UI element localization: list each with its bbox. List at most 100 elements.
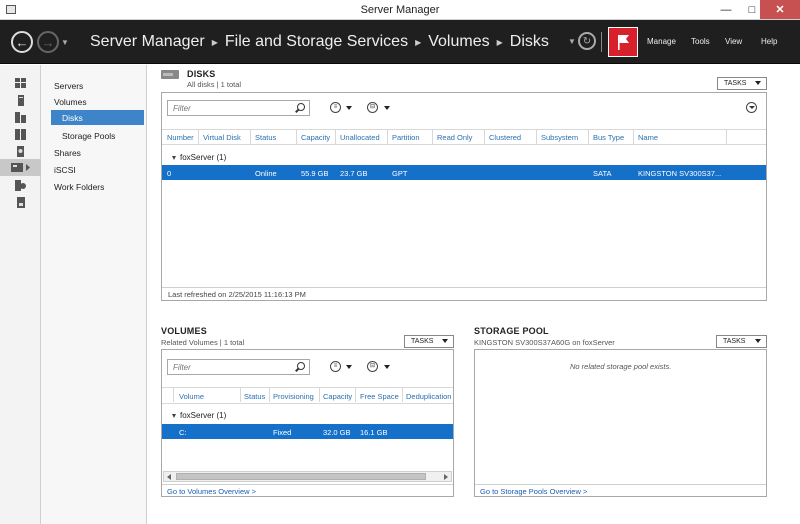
column-status[interactable]: Status <box>255 133 276 142</box>
column-separator <box>484 130 485 144</box>
column-separator <box>198 130 199 144</box>
group-by-icon[interactable]: ⊟ <box>367 361 378 372</box>
table-row[interactable]: 0 Online 55.9 GB 23.7 GB GPT SATA KINGST… <box>162 165 766 180</box>
breadcrumb-server-manager[interactable]: Server Manager <box>90 33 205 51</box>
disks-tasks-button[interactable]: TASKS <box>717 77 767 90</box>
chevron-down-icon[interactable] <box>384 365 390 369</box>
column-free-space[interactable]: Free Space <box>360 392 399 401</box>
scroll-right-icon[interactable] <box>444 474 448 480</box>
column-provisioning[interactable]: Provisioning <box>273 392 314 401</box>
header-divider-line <box>162 387 453 388</box>
menu-view[interactable]: View <box>725 37 742 46</box>
dashboard-icon[interactable] <box>0 75 41 91</box>
list-view-options-icon[interactable]: ≡ <box>330 102 341 113</box>
forward-button[interactable]: → <box>37 31 59 53</box>
nav-disks[interactable]: Disks <box>51 110 144 125</box>
storage-pool-panel: No related storage pool exists. Go to St… <box>474 349 767 497</box>
menu-help[interactable]: Help <box>761 37 777 46</box>
volumes-overview-link[interactable]: Go to Volumes Overview > <box>167 487 256 496</box>
dns-icon[interactable] <box>0 143 41 159</box>
chevron-down-icon[interactable] <box>384 106 390 110</box>
disks-filter-input[interactable]: Filter <box>167 100 310 116</box>
close-button[interactable]: ✕ <box>760 0 800 19</box>
storage-pool-title: STORAGE POOL <box>474 326 549 336</box>
column-status[interactable]: Status <box>244 392 265 401</box>
history-dropdown-icon[interactable]: ▼ <box>61 38 69 47</box>
column-separator <box>432 130 433 144</box>
collapse-triangle-icon[interactable] <box>172 413 176 418</box>
breadcrumb-separator-icon: ▶ <box>415 37 422 47</box>
nav-volumes[interactable]: Volumes <box>54 97 87 107</box>
volumes-panel: Filter ≡ ⊟ Volume Status Provisioning Ca… <box>161 349 454 497</box>
chevron-down-icon[interactable] <box>346 365 352 369</box>
tasks-label: TASKS <box>411 338 434 345</box>
all-servers-icon[interactable] <box>0 109 41 125</box>
breadcrumb-disks[interactable]: Disks <box>510 33 549 51</box>
storage-pools-overview-link[interactable]: Go to Storage Pools Overview > <box>480 487 587 496</box>
storage-pool-tasks-button[interactable]: TASKS <box>716 335 767 348</box>
back-button[interactable]: ← <box>11 31 33 53</box>
menu-tools[interactable]: Tools <box>691 37 710 46</box>
column-capacity[interactable]: Capacity <box>323 392 352 401</box>
column-unallocated[interactable]: Unallocated <box>340 133 380 142</box>
scroll-left-icon[interactable] <box>167 474 171 480</box>
scrollbar-thumb[interactable] <box>176 473 426 480</box>
column-clustered[interactable]: Clustered <box>489 133 521 142</box>
nav-storage-pools[interactable]: Storage Pools <box>62 131 115 141</box>
column-capacity[interactable]: Capacity <box>301 133 330 142</box>
nav-iscsi[interactable]: iSCSI <box>54 165 76 175</box>
column-separator <box>588 130 589 144</box>
table-row[interactable]: C: Fixed 32.0 GB 16.1 GB <box>162 424 453 439</box>
volumes-tasks-button[interactable]: TASKS <box>404 335 454 348</box>
horizontal-scrollbar[interactable] <box>163 471 452 482</box>
filter-placeholder: Filter <box>173 104 191 113</box>
breadcrumb-file-storage[interactable]: File and Storage Services <box>225 33 408 51</box>
refresh-icon[interactable]: ↻ <box>578 32 596 50</box>
column-volume[interactable]: Volume <box>179 392 204 401</box>
menu-manage[interactable]: Manage <box>647 37 676 46</box>
expand-collapse-icon[interactable] <box>746 102 757 113</box>
nav-work-folders[interactable]: Work Folders <box>54 182 104 192</box>
nav-shares[interactable]: Shares <box>54 148 81 158</box>
search-icon[interactable] <box>297 362 305 370</box>
column-subsystem[interactable]: Subsystem <box>541 133 578 142</box>
local-server-icon[interactable] <box>0 92 41 108</box>
breadcrumb-separator-icon: ▶ <box>496 37 503 47</box>
column-separator <box>173 388 174 402</box>
column-bus-type[interactable]: Bus Type <box>593 133 624 142</box>
refresh-dropdown-icon[interactable]: ▼ <box>568 37 576 46</box>
group-by-icon[interactable]: ⊟ <box>367 102 378 113</box>
file-storage-services-icon[interactable] <box>0 159 41 176</box>
list-view-options-icon[interactable]: ≡ <box>330 361 341 372</box>
empty-message: No related storage pool exists. <box>570 362 672 371</box>
minimize-button[interactable]: — <box>712 0 740 19</box>
wsus-icon[interactable] <box>0 194 41 210</box>
column-separator <box>250 130 251 144</box>
column-read-only[interactable]: Read Only <box>437 133 472 142</box>
left-icon-strip <box>0 65 41 524</box>
nav-servers[interactable]: Servers <box>54 81 83 91</box>
chevron-down-icon[interactable] <box>346 106 352 110</box>
column-number[interactable]: Number <box>167 133 194 142</box>
column-separator <box>536 130 537 144</box>
cell-name: KINGSTON SV300S37... <box>638 169 722 178</box>
column-name[interactable]: Name <box>638 133 658 142</box>
column-virtual-disk[interactable]: Virtual Disk <box>203 133 241 142</box>
disks-subtitle: All disks | 1 total <box>187 80 242 89</box>
group-header-foxserver[interactable]: foxServer (1) <box>172 153 226 162</box>
search-icon[interactable] <box>297 103 305 111</box>
column-deduplication[interactable]: Deduplication <box>406 392 451 401</box>
collapse-triangle-icon[interactable] <box>172 155 176 160</box>
volumes-filter-input[interactable]: Filter <box>167 359 310 375</box>
tasks-label: TASKS <box>723 338 746 345</box>
group-header-foxserver[interactable]: foxServer (1) <box>172 411 226 420</box>
header-divider <box>601 32 602 52</box>
iis-icon[interactable] <box>0 177 41 193</box>
breadcrumb-volumes[interactable]: Volumes <box>428 33 489 51</box>
cell-number: 0 <box>167 169 172 178</box>
ad-ds-icon[interactable] <box>0 126 41 142</box>
notifications-flag-button[interactable] <box>608 27 638 57</box>
chevron-down-icon <box>755 81 761 85</box>
header-divider-line <box>162 129 766 130</box>
column-partition[interactable]: Partition <box>392 133 420 142</box>
